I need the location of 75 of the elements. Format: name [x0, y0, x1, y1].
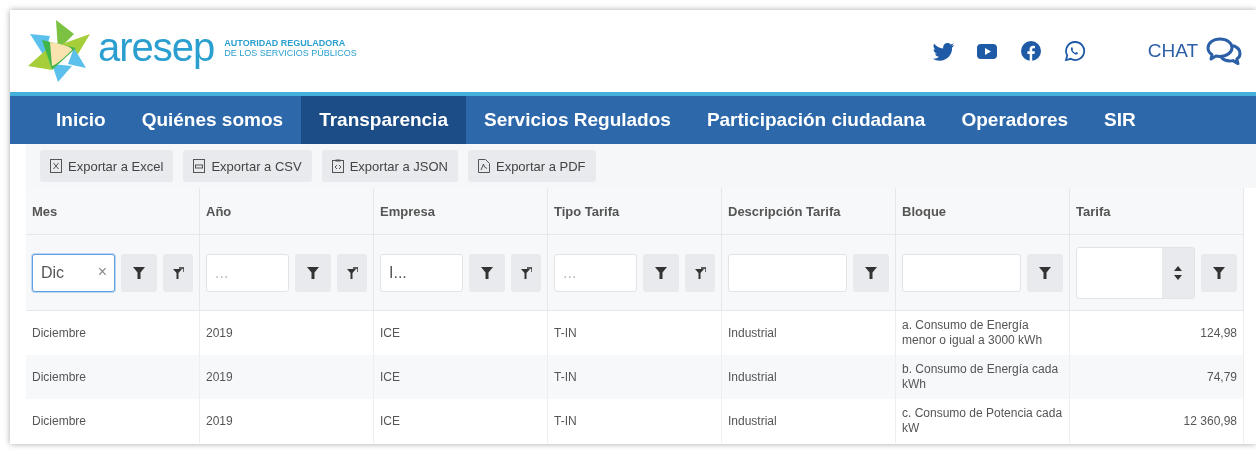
filter-reset-icon: [346, 266, 358, 279]
bird-icon[interactable]: [931, 40, 954, 62]
filter-icon: [655, 266, 667, 279]
table-cell: Diciembre: [26, 399, 200, 443]
column-header[interactable]: Tipo Tarifa: [548, 188, 722, 235]
table-cell: ICE: [374, 399, 548, 443]
filter-field[interactable]: ...: [206, 253, 289, 292]
facebook-icon[interactable]: [1019, 40, 1042, 62]
export-button[interactable]: Exportar a JSON: [321, 150, 458, 182]
nav-tab[interactable]: Participación ciudadana: [688, 96, 944, 144]
file-icon: [477, 159, 490, 173]
column-header[interactable]: Año: [200, 188, 374, 235]
chat-bubbles-icon[interactable]: [1206, 36, 1242, 66]
reset-filter-button[interactable]: [163, 253, 193, 292]
spinner-arrows-icon: [1174, 265, 1182, 280]
logo-text: aresep: [98, 27, 215, 67]
table-cell: c. Consumo de Potencia cada kW: [896, 399, 1070, 443]
filter-button[interactable]: [1027, 253, 1063, 292]
column-header[interactable]: Tarifa: [1070, 188, 1244, 235]
nav-tab[interactable]: Quiénes somos: [123, 96, 302, 144]
spinner-button[interactable]: [1162, 247, 1194, 298]
filter-reset-icon: [694, 266, 706, 279]
table-cell: 12 360,98: [1070, 399, 1244, 443]
clear-icon[interactable]: ×: [97, 262, 107, 281]
reset-filter-button[interactable]: [337, 253, 367, 292]
column-header[interactable]: Bloque: [896, 188, 1070, 235]
logo-subtitle: AUTORIDAD REGULADORA: [224, 38, 347, 48]
table-cell: 2019: [200, 399, 374, 443]
column-header[interactable]: Mes: [26, 188, 200, 235]
file-icon: [331, 159, 344, 173]
filter-icon: [1213, 266, 1225, 279]
filter-button[interactable]: [853, 253, 889, 292]
export-button[interactable]: Exportar a PDF: [467, 150, 596, 182]
table-cell: b. Consumo de Energía cada kWh: [896, 355, 1070, 399]
reset-filter-button[interactable]: [511, 253, 541, 292]
table-cell: Diciembre: [26, 355, 200, 399]
logo-subtitle: DE LOS SERVICIOS PÚBLICOS: [224, 48, 357, 58]
table-cell: Industrial: [722, 399, 896, 443]
table-cell: T-IN: [548, 355, 722, 399]
filter-button[interactable]: [1201, 253, 1237, 292]
filter-button[interactable]: [469, 253, 505, 292]
column-header[interactable]: Descripción Tarifa: [722, 188, 896, 235]
logo-icon: [28, 20, 92, 82]
nav-tab[interactable]: Transparencia: [301, 96, 466, 144]
filter-button[interactable]: [295, 253, 331, 292]
table-cell: 2019: [200, 355, 374, 399]
filter-button[interactable]: [643, 253, 679, 292]
filter-button[interactable]: [121, 253, 157, 292]
filter-icon: [133, 266, 145, 279]
filter-icon: [481, 266, 493, 279]
export-button[interactable]: Exportar a Excel: [40, 150, 174, 182]
filter-icon: [865, 266, 877, 279]
table-cell: T-IN: [548, 399, 722, 443]
nav-tab[interactable]: Servicios Regulados: [465, 96, 689, 144]
nav-tab[interactable]: Operadores: [943, 96, 1087, 144]
column-header[interactable]: Empresa: [374, 188, 548, 235]
filter-icon: [307, 266, 319, 279]
table-cell: 74,79: [1070, 355, 1244, 399]
filter-field[interactable]: [902, 253, 1021, 292]
filter-icon: [1039, 266, 1051, 279]
filter-reset-icon: [172, 266, 184, 279]
phone-bubble-icon[interactable]: [1063, 40, 1086, 62]
filter-reset-icon: [520, 266, 532, 279]
table-cell: Industrial: [722, 355, 896, 399]
filter-field[interactable]: I...: [380, 253, 463, 292]
table-cell: ICE: [374, 355, 548, 399]
reset-filter-button[interactable]: [685, 253, 715, 292]
file-icon: [193, 159, 206, 173]
filter-field[interactable]: [728, 253, 847, 292]
filter-field[interactable]: ...: [554, 253, 637, 292]
export-button[interactable]: Exportar a CSV: [183, 150, 312, 182]
chat-link[interactable]: CHAT: [1147, 40, 1198, 62]
file-icon: [50, 159, 62, 173]
nav-tab[interactable]: Inicio: [38, 96, 124, 144]
nav-tab[interactable]: SIR: [1086, 96, 1154, 144]
